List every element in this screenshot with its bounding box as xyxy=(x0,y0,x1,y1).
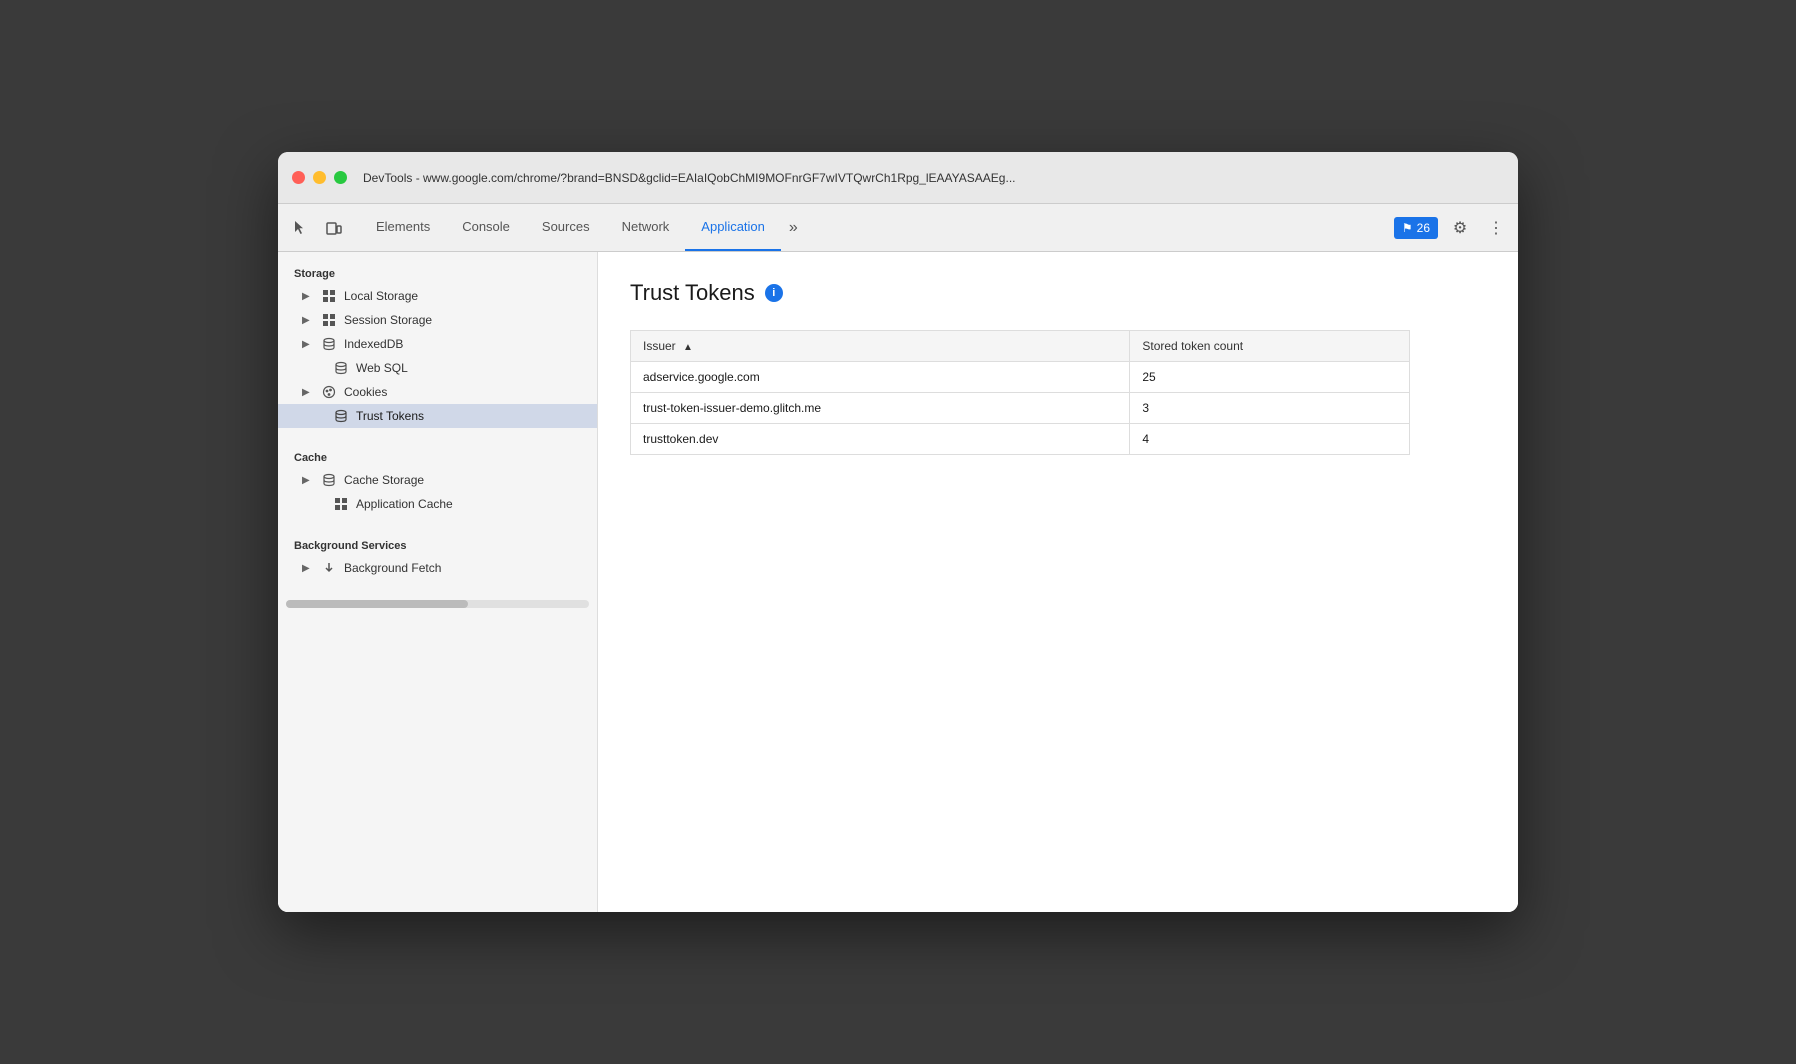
sidebar-item-cache-storage[interactable]: ▶ Cache Storage xyxy=(278,468,597,492)
background-fetch-label: Background Fetch xyxy=(344,561,441,575)
sidebar-item-trust-tokens[interactable]: ▶ Trust Tokens xyxy=(278,404,597,428)
traffic-lights xyxy=(292,171,347,184)
maximize-button[interactable] xyxy=(334,171,347,184)
sort-arrow-icon: ▲ xyxy=(683,342,693,353)
table-row: adservice.google.com25 xyxy=(631,362,1410,393)
sidebar-item-cookies[interactable]: ▶ Cookies xyxy=(278,380,597,404)
title-bar: DevTools - www.google.com/chrome/?brand=… xyxy=(278,152,1518,204)
issuer-cell: trust-token-issuer-demo.glitch.me xyxy=(631,393,1130,424)
tab-application[interactable]: Application xyxy=(685,204,781,251)
trust-tokens-table: Issuer ▲ Stored token count adservice.go… xyxy=(630,330,1410,455)
token-count-cell: 4 xyxy=(1130,424,1410,455)
settings-button[interactable]: ⚙ xyxy=(1446,214,1474,242)
close-button[interactable] xyxy=(292,171,305,184)
tab-network[interactable]: Network xyxy=(606,204,686,251)
grid-icon xyxy=(332,497,350,511)
issues-count: 26 xyxy=(1417,221,1430,235)
issuer-cell: adservice.google.com xyxy=(631,362,1130,393)
local-storage-label: Local Storage xyxy=(344,289,418,303)
device-toggle-icon[interactable] xyxy=(320,214,348,242)
tab-console[interactable]: Console xyxy=(446,204,526,251)
content-panel: Trust Tokens i Issuer ▲ Stored token cou… xyxy=(598,252,1518,912)
chevron-right-icon: ▶ xyxy=(302,339,314,350)
token-count-column-header: Stored token count xyxy=(1130,331,1410,362)
chevron-right-icon: ▶ xyxy=(302,291,314,302)
trust-tokens-sidebar-label: Trust Tokens xyxy=(356,409,424,423)
issuer-column-header[interactable]: Issuer ▲ xyxy=(631,331,1130,362)
tab-bar: Elements Console Sources Network Applica… xyxy=(278,204,1518,252)
application-cache-label: Application Cache xyxy=(356,497,453,511)
sidebar-item-web-sql[interactable]: ▶ Web SQL xyxy=(278,356,597,380)
sidebar: Storage ▶ Local Storage ▶ xyxy=(278,252,598,912)
cache-storage-label: Cache Storage xyxy=(344,473,424,487)
grid-icon xyxy=(320,313,338,327)
chevron-right-icon: ▶ xyxy=(302,475,314,486)
database-icon xyxy=(320,337,338,351)
sidebar-item-local-storage[interactable]: ▶ Local Storage xyxy=(278,284,597,308)
grid-icon xyxy=(320,289,338,303)
sidebar-item-session-storage[interactable]: ▶ Session Storage xyxy=(278,308,597,332)
session-storage-label: Session Storage xyxy=(344,313,432,327)
tabs: Elements Console Sources Network Applica… xyxy=(360,204,1394,251)
main-area: Storage ▶ Local Storage ▶ xyxy=(278,252,1518,912)
sidebar-item-background-fetch[interactable]: ▶ Background Fetch xyxy=(278,556,597,580)
token-count-cell: 25 xyxy=(1130,362,1410,393)
token-count-cell: 3 xyxy=(1130,393,1410,424)
bg-services-section-label: Background Services xyxy=(278,532,597,556)
tab-bar-icons xyxy=(286,214,348,242)
database-icon xyxy=(320,473,338,487)
issues-icon: ⚑ xyxy=(1402,221,1413,235)
storage-section-label: Storage xyxy=(278,260,597,284)
sidebar-item-application-cache[interactable]: ▶ Application Cache xyxy=(278,492,597,516)
tab-bar-right: ⚑ 26 ⚙ ⋮ xyxy=(1394,214,1510,242)
issues-badge-button[interactable]: ⚑ 26 xyxy=(1394,217,1438,239)
indexeddb-label: IndexedDB xyxy=(344,337,403,351)
table-row: trust-token-issuer-demo.glitch.me3 xyxy=(631,393,1410,424)
cache-section-label: Cache xyxy=(278,444,597,468)
arrow-icon xyxy=(320,561,338,575)
tab-sources[interactable]: Sources xyxy=(526,204,606,251)
devtools-window: DevTools - www.google.com/chrome/?brand=… xyxy=(278,152,1518,912)
info-icon[interactable]: i xyxy=(765,284,783,302)
sidebar-item-indexeddb[interactable]: ▶ IndexedDB xyxy=(278,332,597,356)
page-title-row: Trust Tokens i xyxy=(630,280,1486,306)
minimize-button[interactable] xyxy=(313,171,326,184)
web-sql-label: Web SQL xyxy=(356,361,408,375)
cookies-label: Cookies xyxy=(344,385,387,399)
cursor-icon[interactable] xyxy=(286,214,314,242)
database-icon xyxy=(332,361,350,375)
devtools-panel: Elements Console Sources Network Applica… xyxy=(278,204,1518,912)
more-options-button[interactable]: ⋮ xyxy=(1482,214,1510,242)
database-icon xyxy=(332,409,350,423)
chevron-right-icon: ▶ xyxy=(302,315,314,326)
page-title: Trust Tokens xyxy=(630,280,755,306)
chevron-right-icon: ▶ xyxy=(302,563,314,574)
issuer-cell: trusttoken.dev xyxy=(631,424,1130,455)
cookie-icon xyxy=(320,385,338,399)
window-title: DevTools - www.google.com/chrome/?brand=… xyxy=(363,171,1504,185)
tab-elements[interactable]: Elements xyxy=(360,204,446,251)
table-row: trusttoken.dev4 xyxy=(631,424,1410,455)
tab-more-button[interactable]: » xyxy=(781,204,806,251)
sidebar-scrollbar[interactable] xyxy=(286,600,589,608)
chevron-right-icon: ▶ xyxy=(302,387,314,398)
